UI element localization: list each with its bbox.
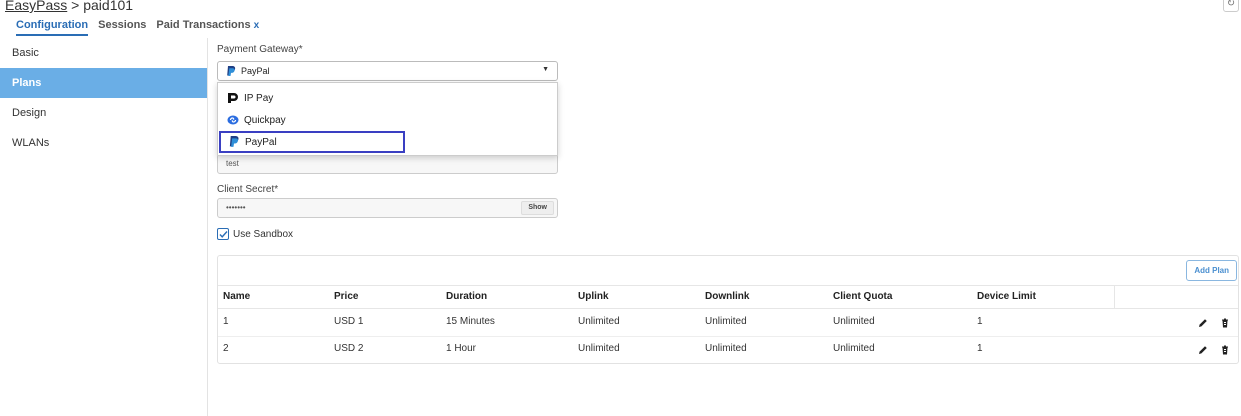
check-icon xyxy=(219,231,228,238)
breadcrumb-current: paid101 xyxy=(83,0,134,13)
refresh-icon: ↻ xyxy=(1226,0,1236,9)
sidebar: Basic Plans Design WLANs xyxy=(0,38,208,416)
column-header-uplink: Uplink xyxy=(578,291,609,302)
cell-device-limit: 1 xyxy=(977,343,983,354)
table-row: 1 USD 1 15 Minutes Unlimited Unlimited U… xyxy=(218,310,1238,337)
cell-uplink: Unlimited xyxy=(578,343,620,354)
tab-paid-transactions-label: Paid Transactions xyxy=(156,19,251,31)
tab-configuration[interactable]: Configuration xyxy=(16,18,89,36)
payment-gateway-label: Payment Gateway* xyxy=(217,44,303,55)
top-bar: EasyPass > paid101 ↻ xyxy=(0,0,1241,16)
cell-duration: 1 Hour xyxy=(446,343,477,354)
tab-sessions[interactable]: Sessions xyxy=(98,18,146,36)
tab-bar: Configuration Sessions Paid Transactions… xyxy=(16,18,259,36)
paypal-icon xyxy=(226,65,236,77)
dropdown-option-paypal[interactable]: PayPal xyxy=(219,131,405,153)
cell-name: 1 xyxy=(223,316,229,327)
dropdown-option-label: IP Pay xyxy=(244,92,274,104)
dropdown-option-label: PayPal xyxy=(245,136,277,148)
cell-duration: 15 Minutes xyxy=(446,316,495,327)
cell-downlink: Unlimited xyxy=(705,316,747,327)
column-header-price: Price xyxy=(334,291,359,302)
ippay-icon xyxy=(227,92,239,104)
dropdown-option-label: Quickpay xyxy=(244,114,286,126)
main-content: Payment Gateway* PayPal ▼ IP Pay Quickpa… xyxy=(217,38,1241,416)
trash-icon[interactable] xyxy=(1220,345,1230,355)
column-header-downlink: Downlink xyxy=(705,291,750,302)
dropdown-option-ip-pay[interactable]: IP Pay xyxy=(220,87,556,109)
use-sandbox-label: Use Sandbox xyxy=(233,228,294,240)
column-header-device-limit: Device Limit xyxy=(977,291,1036,302)
sidebar-item-basic[interactable]: Basic xyxy=(0,38,207,68)
edit-icon[interactable] xyxy=(1198,318,1208,328)
breadcrumb: EasyPass > paid101 xyxy=(5,0,133,13)
use-sandbox-row: Use Sandbox xyxy=(217,228,293,240)
sidebar-item-wlans[interactable]: WLANs xyxy=(0,128,207,158)
client-secret-label: Client Secret* xyxy=(217,184,279,195)
cell-name: 2 xyxy=(223,343,229,354)
show-secret-button[interactable]: Show xyxy=(521,201,554,215)
cell-uplink: Unlimited xyxy=(578,316,620,327)
column-separator xyxy=(1114,286,1115,308)
quickpay-icon xyxy=(227,114,239,126)
breadcrumb-root-link[interactable]: EasyPass xyxy=(5,0,67,13)
dropdown-option-quickpay[interactable]: Quickpay xyxy=(220,109,556,131)
use-sandbox-checkbox[interactable] xyxy=(217,228,229,240)
refresh-button[interactable]: ↻ xyxy=(1223,0,1239,12)
client-secret-value: ••••••• xyxy=(226,203,246,212)
sidebar-item-design[interactable]: Design xyxy=(0,98,207,128)
cell-downlink: Unlimited xyxy=(705,343,747,354)
trash-icon[interactable] xyxy=(1220,318,1230,328)
column-header-duration: Duration xyxy=(446,291,488,302)
cell-price: USD 2 xyxy=(334,343,364,354)
tab-paid-transactions[interactable]: Paid Transactions x xyxy=(156,18,259,36)
plans-table: Add Plan Name Price Duration Uplink Down… xyxy=(217,255,1239,364)
table-header: Name Price Duration Uplink Downlink Clie… xyxy=(218,285,1238,309)
table-row: 2 USD 2 1 Hour Unlimited Unlimited Unlim… xyxy=(218,337,1238,364)
sidebar-item-plans[interactable]: Plans xyxy=(0,68,207,98)
client-id-input[interactable]: test xyxy=(217,154,558,174)
column-header-client-quota: Client Quota xyxy=(833,291,893,302)
payment-gateway-select[interactable]: PayPal ▼ xyxy=(217,61,558,81)
close-tab-icon[interactable]: x xyxy=(254,20,260,31)
caret-down-icon: ▼ xyxy=(542,66,549,73)
payment-gateway-selected-value: PayPal xyxy=(241,66,270,76)
paypal-icon xyxy=(228,136,240,148)
payment-gateway-dropdown: IP Pay Quickpay PayPal xyxy=(217,82,558,156)
breadcrumb-separator: > xyxy=(67,0,84,13)
add-plan-button[interactable]: Add Plan xyxy=(1186,260,1237,281)
cell-client-quota: Unlimited xyxy=(833,343,875,354)
cell-client-quota: Unlimited xyxy=(833,316,875,327)
client-secret-input[interactable]: ••••••• Show xyxy=(217,198,558,218)
cell-device-limit: 1 xyxy=(977,316,983,327)
column-header-name: Name xyxy=(223,291,251,302)
edit-icon[interactable] xyxy=(1198,345,1208,355)
cell-price: USD 1 xyxy=(334,316,364,327)
